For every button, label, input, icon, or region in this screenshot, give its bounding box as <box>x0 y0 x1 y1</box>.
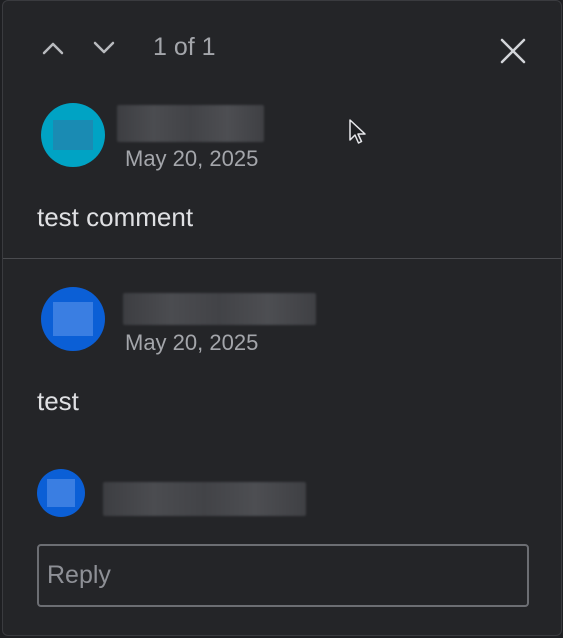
thread-header: 1 of 1 <box>3 1 561 91</box>
reply-input[interactable] <box>37 544 529 607</box>
previous-comment-button[interactable] <box>38 33 68 63</box>
avatar[interactable] <box>41 287 105 351</box>
author-name-redacted <box>117 105 264 142</box>
close-button[interactable] <box>497 35 529 67</box>
mouse-cursor-icon <box>349 119 366 144</box>
author-name-redacted <box>123 293 316 325</box>
comment-counter: 1 of 1 <box>153 33 216 61</box>
avatar-image-blurred <box>53 120 93 150</box>
close-icon <box>500 38 526 64</box>
divider <box>3 258 561 259</box>
comment-text: test <box>37 386 79 416</box>
avatar-image-blurred <box>47 479 75 507</box>
current-user-name-redacted <box>103 482 306 516</box>
avatar[interactable] <box>41 103 105 167</box>
comment-date: May 20, 2025 <box>125 330 259 355</box>
next-comment-button[interactable] <box>89 33 119 63</box>
comment-date: May 20, 2025 <box>125 146 259 171</box>
current-user-avatar[interactable] <box>37 469 85 517</box>
avatar-image-blurred <box>53 302 93 336</box>
chevron-up-icon <box>42 42 64 55</box>
comment-text: test comment <box>37 202 194 232</box>
chevron-down-icon <box>93 41 115 54</box>
comment-thread-panel: 1 of 1 May 20, 2025 test comment May 20,… <box>2 0 562 636</box>
